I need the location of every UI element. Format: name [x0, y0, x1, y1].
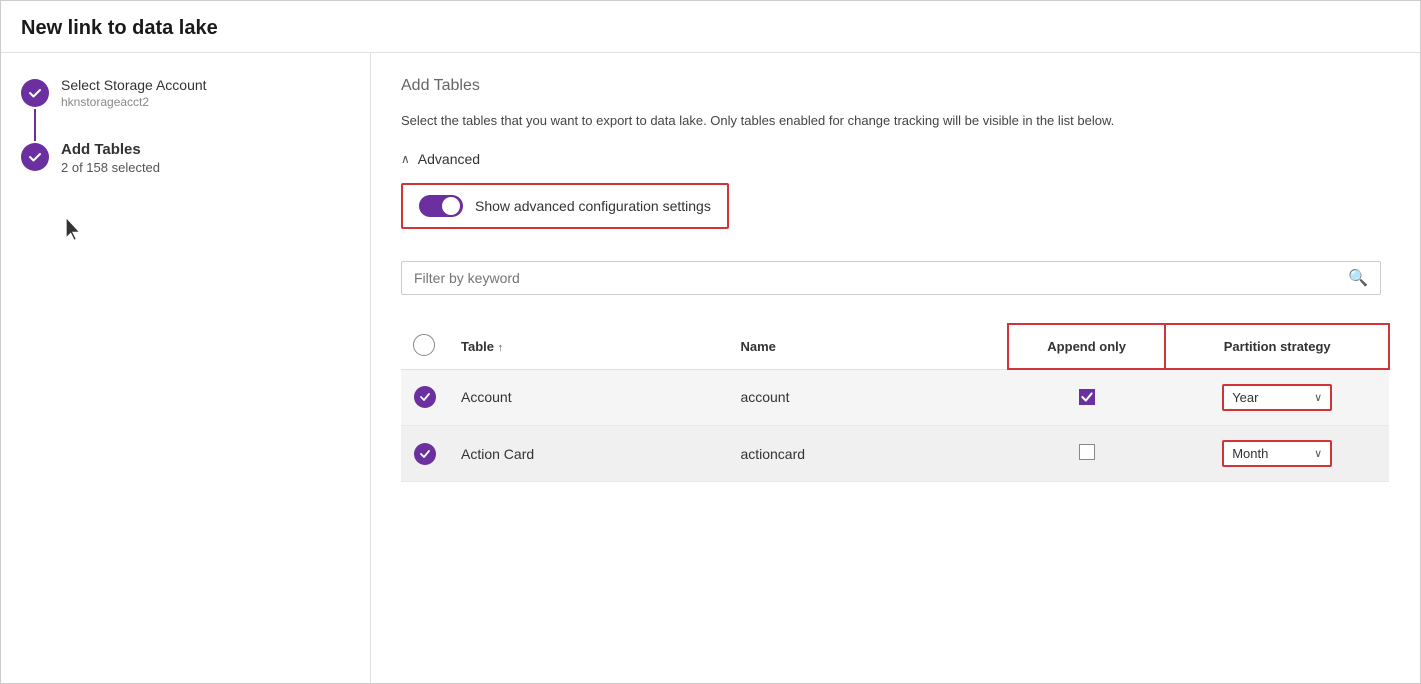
content-area: Select Storage Account hknstorageacct2 A…: [1, 53, 1420, 683]
col-append-header: Append only: [1008, 324, 1166, 370]
table-row: Action Card actioncard Month ∨: [401, 426, 1389, 482]
advanced-section: ∧ Advanced Show advanced configuration s…: [401, 151, 1390, 249]
col-radio-header: [401, 324, 449, 370]
toggle-label: Show advanced configuration settings: [475, 198, 711, 214]
sidebar: Select Storage Account hknstorageacct2 A…: [1, 53, 371, 683]
table-header-row: Table ↑ Name Append only Partition strat…: [401, 324, 1389, 370]
page-title: New link to data lake: [1, 1, 1420, 53]
section-description: Select the tables that you want to expor…: [401, 111, 1381, 131]
advanced-header[interactable]: ∧ Advanced: [401, 151, 1390, 167]
sort-icon: ↑: [498, 342, 504, 354]
toggle-knob: [442, 197, 460, 215]
filter-input[interactable]: [414, 270, 1348, 286]
col-partition-header: Partition strategy: [1165, 324, 1389, 370]
step-connector: [34, 109, 36, 141]
partition-select-account[interactable]: Year ∨: [1222, 384, 1332, 411]
search-icon: 🔍: [1348, 268, 1368, 288]
step-2-text: Add Tables 2 of 158 selected: [61, 141, 160, 175]
header-radio-circle[interactable]: [413, 334, 435, 356]
partition-value-actioncard: Month: [1232, 446, 1268, 461]
advanced-label: Advanced: [418, 151, 480, 167]
cell-account-table: Account: [449, 369, 728, 426]
partition-value-account: Year: [1232, 390, 1258, 405]
row-select-actioncard[interactable]: [401, 426, 449, 482]
data-table: Table ↑ Name Append only Partition strat…: [401, 323, 1390, 483]
row-select-account[interactable]: [401, 369, 449, 426]
table-row: Account account Year: [401, 369, 1389, 426]
advanced-settings-toggle[interactable]: [419, 195, 463, 217]
cell-account-partition[interactable]: Year ∨: [1165, 369, 1389, 426]
step-1-sublabel: hknstorageacct2: [61, 95, 207, 109]
toggle-box: Show advanced configuration settings: [401, 183, 729, 229]
cell-actioncard-table: Action Card: [449, 426, 728, 482]
cell-account-name: account: [728, 369, 1007, 426]
checkbox-unchecked-actioncard: [1079, 444, 1095, 460]
step-2-label: Add Tables: [61, 141, 160, 158]
filter-bar: 🔍: [401, 261, 1381, 295]
cursor-area: [61, 215, 350, 248]
cell-actioncard-partition[interactable]: Month ∨: [1165, 426, 1389, 482]
check-circle-account: [414, 386, 436, 408]
step-2-sublabel: 2 of 158 selected: [61, 160, 160, 175]
step-1-text: Select Storage Account hknstorageacct2: [61, 77, 207, 109]
step-1-icon: [21, 79, 49, 107]
cell-actioncard-append[interactable]: [1008, 426, 1166, 482]
main-panel: Add Tables Select the tables that you wa…: [371, 53, 1420, 683]
chevron-down-icon-account: ∨: [1314, 391, 1322, 404]
cursor-icon: [61, 215, 85, 245]
step-2-icon: [21, 143, 49, 171]
step-1: Select Storage Account hknstorageacct2: [21, 77, 350, 109]
checkbox-checked-account: [1079, 389, 1095, 405]
step-1-label: Select Storage Account: [61, 77, 207, 93]
chevron-down-icon-actioncard: ∨: [1314, 447, 1322, 460]
step-2: Add Tables 2 of 158 selected: [21, 141, 350, 175]
partition-select-actioncard[interactable]: Month ∨: [1222, 440, 1332, 467]
check-circle-actioncard: [414, 443, 436, 465]
cell-actioncard-name: actioncard: [728, 426, 1007, 482]
col-name-header: Name: [728, 324, 1007, 370]
col-table-header[interactable]: Table ↑: [449, 324, 728, 370]
cell-account-append[interactable]: [1008, 369, 1166, 426]
page-wrapper: New link to data lake Select Storage Acc…: [0, 0, 1421, 684]
chevron-up-icon: ∧: [401, 152, 410, 166]
add-tables-title: Add Tables: [401, 77, 1390, 95]
